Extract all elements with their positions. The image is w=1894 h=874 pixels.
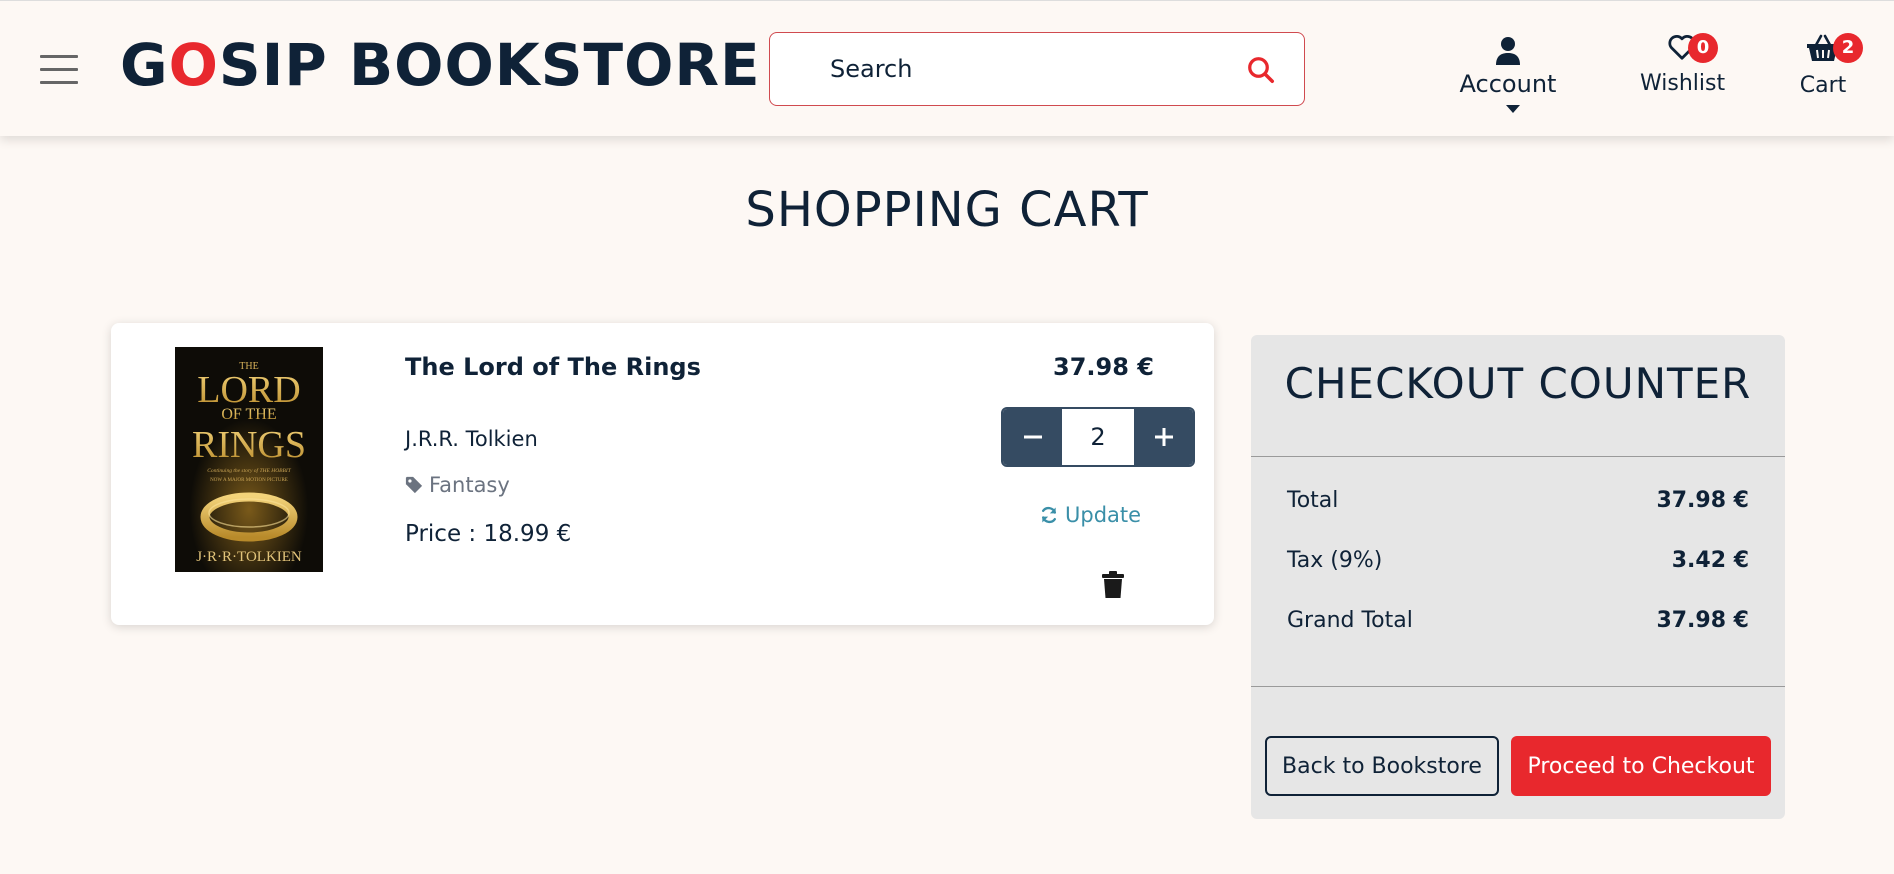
svg-text:LORD: LORD bbox=[197, 369, 300, 411]
checkout-divider-bottom bbox=[1251, 686, 1785, 687]
account-label: Account bbox=[1459, 70, 1557, 98]
item-genre: Fantasy bbox=[405, 473, 510, 497]
svg-text:Continuing the story of THE HO: Continuing the story of THE HOBBIT bbox=[207, 467, 292, 474]
wishlist-count-badge: 0 bbox=[1688, 33, 1718, 63]
svg-text:J·R·R·TOLKIEN: J·R·R·TOLKIEN bbox=[196, 549, 302, 565]
search-icon[interactable] bbox=[1246, 55, 1276, 85]
page-title: SHOPPING CART bbox=[745, 182, 1149, 238]
cart-label: Cart bbox=[1799, 73, 1847, 98]
wishlist-label: Wishlist bbox=[1640, 71, 1726, 96]
checkout-divider-top bbox=[1251, 456, 1785, 457]
quantity-input[interactable] bbox=[1062, 409, 1134, 465]
site-header: GOSIP BOOKSTORE Account 0 Wishlist 2 Car bbox=[0, 0, 1894, 136]
quantity-stepper bbox=[1001, 407, 1195, 467]
item-genre-label: Fantasy bbox=[429, 473, 510, 497]
update-button[interactable]: Update bbox=[1039, 503, 1141, 527]
summary-row-total: Total 37.98 € bbox=[1287, 488, 1749, 513]
plus-icon bbox=[1154, 428, 1173, 446]
summary-value: 37.98 € bbox=[1656, 488, 1749, 513]
item-author: J.R.R. Tolkien bbox=[405, 427, 538, 451]
account-menu[interactable]: Account bbox=[1448, 33, 1568, 117]
checkout-panel: CHECKOUT COUNTER Total 37.98 € Tax (9%) … bbox=[1251, 335, 1785, 819]
summary-value: 3.42 € bbox=[1671, 548, 1749, 573]
search-input[interactable] bbox=[830, 49, 1230, 89]
cart-link[interactable]: 2 Cart bbox=[1795, 31, 1863, 98]
checkout-title: CHECKOUT COUNTER bbox=[1284, 359, 1752, 408]
summary-label: Total bbox=[1287, 488, 1339, 513]
site-logo[interactable]: GOSIP BOOKSTORE bbox=[120, 29, 761, 101]
menu-icon[interactable] bbox=[40, 55, 78, 85]
tag-icon bbox=[405, 476, 423, 494]
update-label: Update bbox=[1065, 503, 1142, 527]
back-to-bookstore-button[interactable]: Back to Bookstore bbox=[1265, 736, 1499, 796]
summary-label: Grand Total bbox=[1287, 608, 1413, 633]
item-line-total: 37.98 € bbox=[1053, 353, 1154, 381]
chevron-down-icon bbox=[1506, 104, 1520, 113]
svg-text:OF THE: OF THE bbox=[221, 406, 276, 423]
item-unit-price: Price : 18.99 € bbox=[405, 521, 572, 547]
item-title[interactable]: The Lord of The Rings bbox=[405, 353, 701, 381]
wishlist-link[interactable]: 0 Wishlist bbox=[1640, 31, 1726, 96]
book-cover-image[interactable]: THE LORD OF THE RINGS Continuing the sto… bbox=[175, 347, 323, 572]
book-cover-art: THE LORD OF THE RINGS Continuing the sto… bbox=[175, 347, 323, 572]
svg-text:RINGS: RINGS bbox=[192, 424, 306, 466]
cart-count-badge: 2 bbox=[1833, 33, 1863, 63]
summary-value: 37.98 € bbox=[1656, 608, 1749, 633]
svg-text:NOW A MAJOR MOTION PICTURE: NOW A MAJOR MOTION PICTURE bbox=[210, 478, 288, 483]
trash-icon[interactable] bbox=[1101, 571, 1125, 599]
minus-icon bbox=[1023, 435, 1042, 439]
cart-item-card: THE LORD OF THE RINGS Continuing the sto… bbox=[111, 323, 1214, 625]
summary-label: Tax (9%) bbox=[1287, 548, 1383, 573]
proceed-to-checkout-button[interactable]: Proceed to Checkout bbox=[1511, 736, 1771, 796]
decrease-quantity-button[interactable] bbox=[1003, 409, 1062, 465]
refresh-icon bbox=[1042, 506, 1056, 524]
increase-quantity-button[interactable] bbox=[1134, 409, 1193, 465]
user-icon bbox=[1496, 37, 1520, 65]
summary-row-tax: Tax (9%) 3.42 € bbox=[1287, 548, 1749, 573]
search-box bbox=[769, 32, 1305, 106]
summary-row-grand-total: Grand Total 37.98 € bbox=[1287, 608, 1749, 633]
